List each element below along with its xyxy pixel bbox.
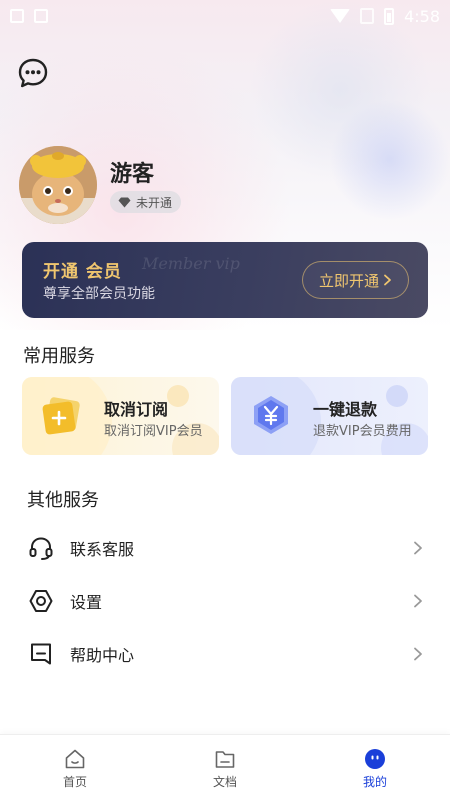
home-icon <box>65 749 85 769</box>
refund-desc: 退款VIP会员费用 <box>313 424 412 439</box>
tab-mine[interactable]: 我的 <box>325 735 425 800</box>
status-time: 4:58 <box>404 6 440 26</box>
tab-documents-label: 文档 <box>212 775 237 789</box>
status-bar: 4:58 <box>0 0 450 32</box>
wifi-icon <box>330 9 351 23</box>
yen-hexagon-icon <box>254 396 288 434</box>
tab-home-label: 首页 <box>62 775 87 789</box>
hexagon-settings-icon <box>29 590 53 612</box>
chevron-right-icon <box>414 594 422 608</box>
avatar[interactable] <box>19 146 97 224</box>
vip-title: 开通 会员 <box>43 262 122 282</box>
diamond-icon <box>118 197 131 207</box>
notification-grid-icon <box>10 9 24 23</box>
activate-vip-label: 立即开通 <box>318 271 379 290</box>
help-message-icon <box>31 643 51 665</box>
chevron-right-icon <box>414 541 422 555</box>
membership-status: 未开通 <box>136 195 173 210</box>
plus-card-icon <box>42 397 80 435</box>
activate-vip-button[interactable]: 立即开通 <box>301 261 409 299</box>
cat-avatar-illustration <box>19 146 97 224</box>
cancel-subscription-desc: 取消订阅VIP会员 <box>104 424 203 439</box>
settings-row[interactable]: 设置 <box>0 576 450 626</box>
cancel-subscription-label: 取消订阅 <box>104 400 169 419</box>
message-icon[interactable] <box>17 57 49 89</box>
membership-badge: 未开通 <box>110 191 182 213</box>
folder-icon <box>215 751 235 768</box>
contact-support-label: 联系客服 <box>70 540 135 559</box>
other-services-title: 其他服务 <box>27 490 99 511</box>
username: 游客 <box>110 162 155 187</box>
bottom-tab-bar: 首页 文档 我的 <box>0 734 450 800</box>
cancel-subscription-card[interactable]: 取消订阅 取消订阅VIP会员 <box>22 377 219 455</box>
tab-documents[interactable]: 文档 <box>175 735 275 800</box>
contact-support-row[interactable]: 联系客服 <box>0 523 450 573</box>
headset-icon <box>29 537 53 560</box>
refund-label: 一键退款 <box>313 400 378 419</box>
vip-promo-card[interactable]: Member vip 开通 会员 尊享全部会员功能 立即开通 <box>22 242 428 318</box>
settings-label: 设置 <box>70 593 103 612</box>
vip-watermark: Member vip <box>142 254 240 273</box>
help-center-row[interactable]: 帮助中心 <box>0 629 450 679</box>
tab-mine-label: 我的 <box>362 775 387 789</box>
no-sim-icon <box>360 8 375 24</box>
notification-a-icon <box>34 9 48 23</box>
chevron-right-icon <box>414 647 422 661</box>
battery-icon <box>384 7 395 25</box>
common-services-title: 常用服务 <box>23 346 95 367</box>
profile-face-icon <box>365 749 385 769</box>
help-center-label: 帮助中心 <box>70 646 135 665</box>
vip-subtitle: 尊享全部会员功能 <box>43 286 155 302</box>
chevron-right-icon <box>384 274 391 286</box>
tab-home[interactable]: 首页 <box>25 735 125 800</box>
refund-card[interactable]: 一键退款 退款VIP会员费用 <box>231 377 428 455</box>
